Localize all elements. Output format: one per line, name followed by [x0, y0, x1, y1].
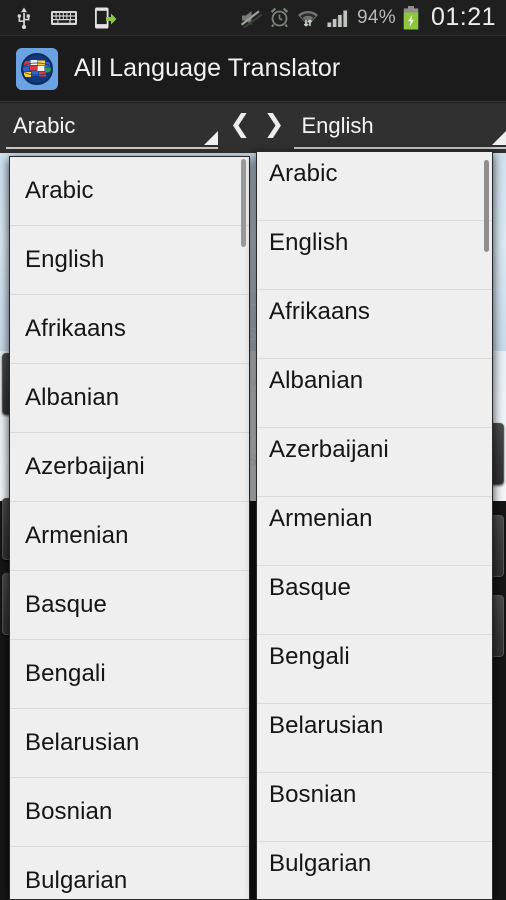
source-list-scrollbar-thumb[interactable] — [241, 159, 246, 247]
source-language-list[interactable]: Arabic English Afrikaans Albanian Azerbaijan… — [10, 157, 249, 899]
list-item[interactable]: Bengali — [257, 635, 492, 704]
source-language-spinner[interactable]: Arabic — [6, 105, 218, 149]
globe-flags-icon — [16, 47, 58, 90]
list-item[interactable]: Bosnian — [10, 778, 249, 847]
clock-label: 01:21 — [430, 3, 496, 31]
signal-bars-icon — [326, 7, 349, 27]
chevron-right-icon[interactable]: ❯ — [264, 112, 285, 137]
source-list-scrollbar[interactable] — [241, 157, 246, 899]
target-list-scrollbar[interactable] — [484, 152, 489, 899]
list-item[interactable]: Albanian — [10, 364, 249, 433]
list-item[interactable]: Azerbaijani — [10, 433, 249, 502]
target-language-dropdown[interactable]: Arabic English Afrikaans Albanian Azerbaijan… — [256, 151, 493, 900]
chevron-down-icon — [203, 131, 218, 145]
status-bar-left-icons — [0, 6, 118, 30]
list-item[interactable]: Bengali — [10, 640, 249, 709]
target-list-scrollbar-thumb[interactable] — [484, 160, 489, 252]
list-item[interactable]: Afrikaans — [257, 290, 492, 359]
list-item[interactable]: Belarusian — [10, 709, 249, 778]
chevron-left-icon[interactable]: ❮ — [230, 112, 251, 137]
list-item[interactable]: Bosnian — [257, 773, 492, 842]
list-item[interactable]: Bulgarian — [10, 847, 249, 899]
list-item[interactable]: Arabic — [10, 157, 249, 226]
status-bar-right-icons: 94% 01:21 — [240, 3, 506, 32]
status-bar: 94% 01:21 — [0, 0, 506, 36]
battery-percent-label: 94% — [357, 6, 396, 28]
language-selector-bar: Arabic ❮ ❯ English — [0, 103, 506, 153]
page-title: All Language Translator — [74, 54, 341, 82]
list-item[interactable]: Azerbaijani — [257, 428, 492, 497]
list-item[interactable]: Belarusian — [257, 704, 492, 773]
chevron-down-icon — [492, 131, 506, 145]
wifi-data-icon — [298, 11, 318, 27]
keyboard-icon — [51, 10, 77, 25]
list-item[interactable]: Armenian — [257, 497, 492, 566]
usb-icon — [17, 7, 30, 29]
phone-export-icon — [95, 7, 117, 28]
target-language-value: English — [301, 113, 374, 138]
battery-charging-icon — [403, 5, 419, 29]
target-language-list[interactable]: Arabic English Afrikaans Albanian Azerbaijan… — [257, 152, 492, 899]
source-language-value: Arabic — [13, 113, 76, 138]
list-item[interactable]: Bulgarian — [257, 842, 492, 899]
phone-screen: 94% 01:21 All Language Translator Arabic… — [0, 0, 506, 900]
list-item[interactable]: Basque — [10, 571, 249, 640]
swap-languages-control[interactable]: ❮ ❯ — [230, 112, 285, 137]
alarm-icon — [270, 7, 289, 28]
list-item[interactable]: Albanian — [257, 359, 492, 428]
list-item[interactable]: English — [257, 221, 492, 290]
action-bar: All Language Translator — [0, 36, 506, 102]
target-language-spinner[interactable]: English — [294, 105, 506, 149]
mute-icon — [240, 9, 262, 28]
list-item[interactable]: Armenian — [10, 502, 249, 571]
list-item[interactable]: Basque — [257, 566, 492, 635]
list-item[interactable]: English — [10, 226, 249, 295]
source-language-dropdown[interactable]: Arabic English Afrikaans Albanian Azerbaijan… — [9, 156, 250, 900]
list-item[interactable]: Arabic — [257, 152, 492, 221]
list-item[interactable]: Afrikaans — [10, 295, 249, 364]
